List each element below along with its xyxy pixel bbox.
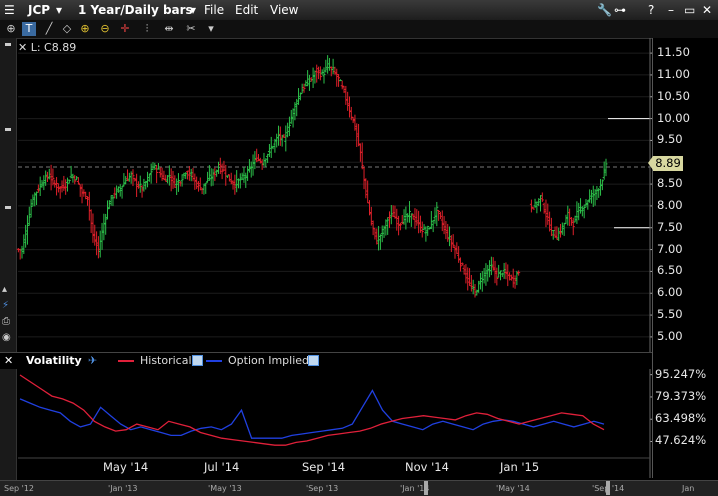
- navigator-label: Jan: [682, 484, 695, 493]
- implied-checkbox[interactable]: [308, 355, 319, 366]
- price-axis-label: 8.50: [657, 176, 683, 191]
- price-chart[interactable]: [0, 0, 718, 495]
- last-price-badge: 8.89: [648, 156, 683, 171]
- historical-label: Historical: [140, 354, 192, 367]
- price-axis-label: 9.50: [657, 132, 683, 147]
- historical-vol-line: [19, 374, 605, 446]
- price-axis-label: 11.00: [657, 66, 690, 81]
- price-axis-label: 11.50: [657, 45, 690, 60]
- vol-axis-label: 95.247%: [655, 366, 707, 381]
- navigator-label: Sep '12: [4, 484, 34, 493]
- price-axis-label: 6.00: [657, 285, 683, 300]
- historical-swatch: [118, 360, 134, 362]
- price-axis-label: 5.50: [657, 307, 683, 322]
- price-axis-label: 10.50: [657, 88, 690, 103]
- settings-icon[interactable]: ✈: [88, 354, 97, 367]
- chart-legend: ✕ L: C8.89: [18, 41, 76, 54]
- volatility-panel-header: ✕ Volatility ✈ Historical Option Implied: [0, 352, 652, 369]
- close-icon[interactable]: ✕: [18, 41, 27, 54]
- vol-axis-label: 63.498%: [655, 411, 707, 426]
- x-axis-label: May '14: [103, 460, 149, 474]
- legend-text: L: C8.89: [30, 41, 77, 54]
- x-axis-label: Jul '14: [204, 460, 240, 474]
- x-axis-label: Sep '14: [302, 460, 346, 474]
- navigator-handle-left[interactable]: [424, 481, 428, 495]
- price-axis-label: 5.00: [657, 328, 683, 343]
- x-axis-label: Nov '14: [405, 460, 449, 474]
- price-axis-label: 7.50: [657, 219, 683, 234]
- vol-axis-label: 47.624%: [655, 433, 707, 448]
- price-axis-label: 10.00: [657, 110, 690, 125]
- volatility-title: Volatility: [26, 354, 82, 367]
- navigator-handle-right[interactable]: [606, 481, 610, 495]
- vol-axis-label: 79.373%: [655, 388, 707, 403]
- historical-checkbox[interactable]: [192, 355, 203, 366]
- implied-vol-line: [19, 389, 605, 439]
- navigator-label: 'May '14: [496, 484, 530, 493]
- implied-swatch: [206, 360, 222, 362]
- close-icon[interactable]: ✕: [4, 354, 13, 367]
- price-axis-label: 6.50: [657, 263, 683, 278]
- x-axis-label: Jan '15: [500, 460, 540, 474]
- implied-label: Option Implied: [228, 354, 310, 367]
- navigator-label: 'Jan '13: [108, 484, 138, 493]
- price-axis-label: 7.00: [657, 241, 683, 256]
- time-navigator[interactable]: Sep '12 'Jan '13 'May '13 'Sep '13 'Jan …: [0, 480, 718, 496]
- navigator-label: 'May '13: [208, 484, 242, 493]
- navigator-label: 'Sep '13: [306, 484, 339, 493]
- price-axis-label: 8.00: [657, 197, 683, 212]
